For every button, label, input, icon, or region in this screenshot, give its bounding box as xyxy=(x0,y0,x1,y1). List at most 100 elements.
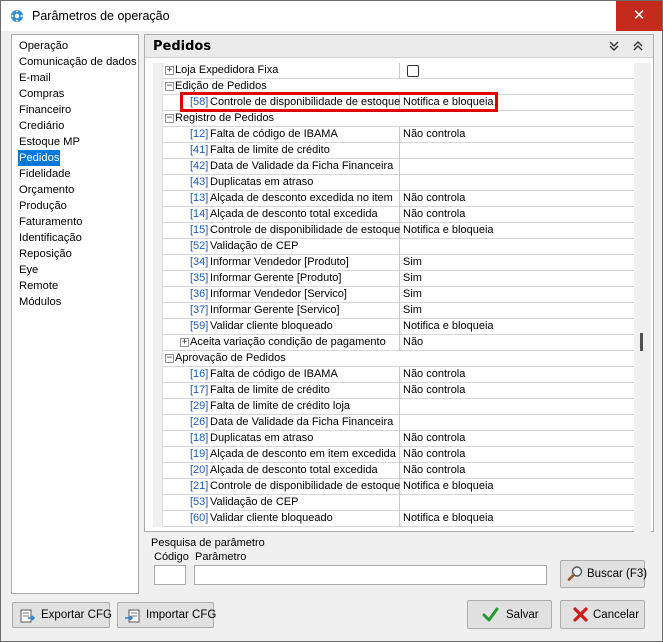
collapse-icon[interactable]: − xyxy=(165,114,174,123)
value-cell[interactable]: Sim xyxy=(401,287,634,303)
parameter-row[interactable]: [18] Duplicatas em atraso Não controla xyxy=(153,431,634,447)
value-cell[interactable] xyxy=(401,495,634,511)
parameter-row[interactable]: [20] Alçada de desconto total excedida Não… xyxy=(153,463,634,479)
expand-icon[interactable]: + xyxy=(165,66,174,75)
value-cell[interactable]: Notifica e bloqueia xyxy=(401,223,634,239)
value-cell[interactable]: Sim xyxy=(401,255,634,271)
label-cell: [34] Informar Vendedor [Produto] xyxy=(163,255,400,271)
export-cfg-button[interactable]: Exportar CFG xyxy=(12,602,112,628)
value-cell[interactable] xyxy=(401,159,634,175)
sidebar-item[interactable]: Módulos xyxy=(18,294,62,310)
parameter-row[interactable]: [15] Controle de disponibilidade de estoq… xyxy=(153,223,634,239)
save-button[interactable]: Salvar xyxy=(467,600,552,629)
search-button[interactable]: Buscar (F3) xyxy=(560,560,647,588)
sidebar-item[interactable]: Remote xyxy=(18,278,59,294)
parameter-row[interactable]: [19] Alçada de desconto em item excedida N… xyxy=(153,447,634,463)
sidebar-item[interactable]: E-mail xyxy=(18,70,52,86)
sidebar-item[interactable]: Operação xyxy=(18,38,69,54)
value-cell[interactable] xyxy=(401,415,634,431)
value-cell[interactable]: Sim xyxy=(401,271,634,287)
collapse-icon[interactable]: − xyxy=(165,82,174,91)
value-cell[interactable]: Não controla xyxy=(401,463,634,479)
parameter-row[interactable]: [36] Informar Vendedor [Servico] Sim xyxy=(153,287,634,303)
value-cell[interactable]: Notifica e bloqueia xyxy=(401,479,634,495)
sidebar-item[interactable]: Crediário xyxy=(18,118,65,134)
group-row[interactable]: − Aprovação de Pedidos xyxy=(153,351,634,367)
parameter-code: [41] xyxy=(190,144,209,156)
value-cell[interactable]: Não controla xyxy=(401,367,634,383)
scrollbar-thumb[interactable] xyxy=(640,333,643,351)
sidebar-item[interactable]: Reposição xyxy=(18,246,73,262)
value-cell[interactable]: Não controla xyxy=(401,431,634,447)
parameter-row[interactable]: [59] Validar cliente bloqueado Notifica e … xyxy=(153,319,634,335)
code-input[interactable] xyxy=(154,565,186,585)
value-cell[interactable]: Notifica e bloqueia xyxy=(401,511,634,527)
sidebar-item[interactable]: Identificação xyxy=(18,230,83,246)
sidebar-item[interactable]: Pedidos xyxy=(18,150,61,166)
parameter-row[interactable]: [43] Duplicatas em atraso xyxy=(153,175,634,191)
value-cell[interactable]: Não controla xyxy=(401,447,634,463)
value-cell[interactable] xyxy=(401,175,634,191)
category-list[interactable]: Operação Comunicação de dados E-mail Compra… xyxy=(11,34,139,594)
value-cell[interactable]: Sim xyxy=(401,303,634,319)
value-cell[interactable]: Não controla xyxy=(401,191,634,207)
sidebar-item[interactable]: Financeiro xyxy=(18,102,72,118)
grid-scrollbar[interactable] xyxy=(634,63,651,533)
sidebar-item[interactable]: Estoque MP xyxy=(18,134,81,150)
close-button[interactable]: ✕ xyxy=(616,1,662,31)
value-cell[interactable]: Não xyxy=(401,335,634,351)
parameter-row[interactable]: [29] Falta de limite de crédito loja xyxy=(153,399,634,415)
sidebar-item[interactable]: Eye xyxy=(18,262,39,278)
parameter-row[interactable]: [13] Alçada de desconto excedida no item N… xyxy=(153,191,634,207)
collapse-all-icon[interactable] xyxy=(631,39,645,53)
value-cell[interactable]: Não controla xyxy=(401,127,634,143)
parameter-row[interactable]: [35] Informar Gerente [Produto] Sim xyxy=(153,271,634,287)
value-cell[interactable] xyxy=(401,143,634,159)
parameter-row[interactable]: [17] Falta de limite de crédito Não contro… xyxy=(153,383,634,399)
parameter-row[interactable]: [21] Controle de disponibilidade de estoq… xyxy=(153,479,634,495)
parameter-description: Falta de limite de crédito loja xyxy=(210,400,351,412)
value-checkbox[interactable] xyxy=(407,65,419,77)
value-cell[interactable]: Notifica e bloqueia xyxy=(401,319,634,335)
group-row[interactable]: − Registro de Pedidos xyxy=(153,111,634,127)
value-cell[interactable]: Não controla xyxy=(401,207,634,223)
expand-icon[interactable]: + xyxy=(180,338,189,347)
parameter-row[interactable]: [42] Data de Validade da Ficha Financeira xyxy=(153,159,634,175)
sidebar-item[interactable]: Fidelidade xyxy=(18,166,72,182)
group-label: Aprovação de Pedidos xyxy=(175,352,286,364)
group-row[interactable]: + Loja Expedidora Fixa xyxy=(153,63,634,79)
sidebar-item[interactable]: Comunicação de dados xyxy=(18,54,138,70)
parameter-description: Informar Gerente [Servico] xyxy=(210,304,340,316)
parameter-row[interactable]: [16] Falta de código de IBAMA Não controla xyxy=(153,367,634,383)
sidebar-item[interactable]: Orçamento xyxy=(18,182,75,198)
value-cell[interactable] xyxy=(401,63,634,79)
group-label: Loja Expedidora Fixa xyxy=(175,64,279,76)
parameter-row[interactable]: [53] Validação de CEP xyxy=(153,495,634,511)
parameter-row[interactable]: [41] Falta de limite de crédito xyxy=(153,143,634,159)
expand-all-icon[interactable] xyxy=(607,39,621,53)
value-cell[interactable] xyxy=(401,399,634,415)
import-cfg-button[interactable]: Importar CFG xyxy=(117,602,216,628)
group-row[interactable]: + Aceita variação condição de pagamento Nã… xyxy=(153,335,634,351)
parameter-row[interactable]: [14] Alçada de desconto total excedida Não… xyxy=(153,207,634,223)
parameter-code: [35] xyxy=(190,272,209,284)
row-gutter xyxy=(153,415,163,431)
sidebar-item[interactable]: Faturamento xyxy=(18,214,83,230)
cancel-button[interactable]: Cancelar xyxy=(560,600,645,629)
parameter-row[interactable]: [26] Data de Validade da Ficha Financeira xyxy=(153,415,634,431)
collapse-icon[interactable]: − xyxy=(165,354,174,363)
parameters-grid: + Loja Expedidora Fixa − Edição de Pedidos[… xyxy=(153,63,634,533)
parameter-row[interactable]: [12] Falta de código de IBAMA Não controla xyxy=(153,127,634,143)
parameter-row[interactable]: [37] Informar Gerente [Servico] Sim xyxy=(153,303,634,319)
sidebar-item[interactable]: Compras xyxy=(18,86,65,102)
parameter-row[interactable]: [60] Validar cliente bloqueado Notifica e … xyxy=(153,511,634,527)
value-cell[interactable]: Não controla xyxy=(401,383,634,399)
parameter-description: Falta de código de IBAMA xyxy=(210,128,338,140)
code-label: Código xyxy=(154,551,189,563)
sidebar-item[interactable]: Produção xyxy=(18,198,68,214)
parameter-row[interactable]: [34] Informar Vendedor [Produto] Sim xyxy=(153,255,634,271)
value-cell[interactable] xyxy=(401,239,634,255)
param-input[interactable] xyxy=(194,565,547,585)
search-legend: Pesquisa de parâmetro xyxy=(151,537,265,549)
parameter-row[interactable]: [52] Validação de CEP xyxy=(153,239,634,255)
